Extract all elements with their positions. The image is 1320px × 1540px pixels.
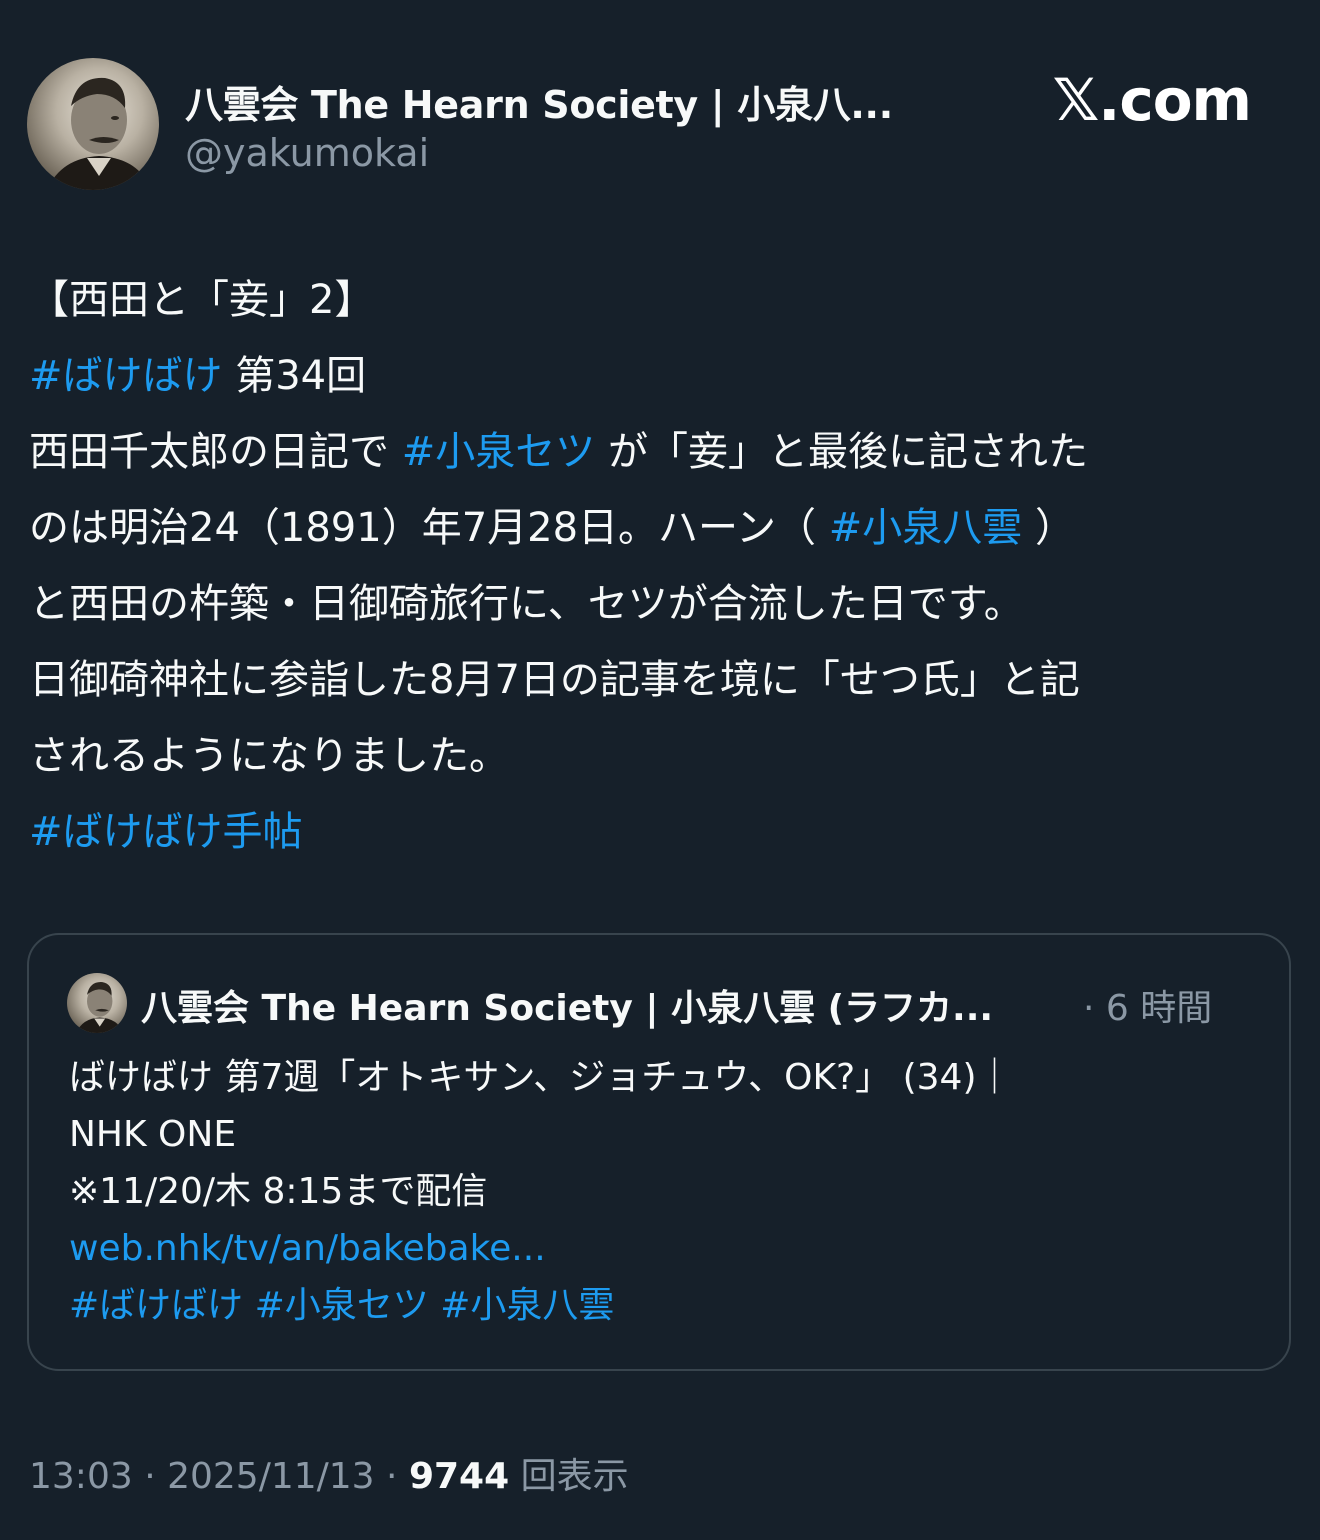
view-label: 回表示: [520, 1456, 629, 1497]
view-count: 9744: [408, 1456, 510, 1497]
nhk-link[interactable]: web.nhk/tv/an/bakebake...: [69, 1228, 546, 1269]
quoted-tweet-text: ばけばけ 第7週「オトキサン、ジョチュウ、OK?」 (34)｜ NHK ONE …: [69, 1049, 1259, 1334]
quoted-link-line: web.nhk/tv/an/bakebake...: [69, 1220, 1259, 1277]
tweet-line: 日御碕神社に参詣した8月7日の記事を境に「せつ氏」と記: [29, 642, 1291, 718]
tweet-time[interactable]: 13:03: [29, 1456, 133, 1497]
tweet-text-span: が「妾」と最後に記された: [595, 429, 1088, 475]
tweet-line: されるようになりました。: [29, 718, 1291, 794]
tweet-line: #ばけばけ手帖: [29, 794, 1291, 870]
tweet-text-span: のは明治24（1891）年7月28日。ハーン（: [29, 505, 829, 551]
hashtag-bakebake[interactable]: #ばけばけ: [29, 353, 223, 399]
x-com-logo: 𝕏.com: [1052, 66, 1252, 134]
author-avatar[interactable]: [27, 58, 159, 190]
hashtag-koizumi-setsu[interactable]: #小泉セツ: [255, 1285, 429, 1326]
tweet-text-span: ）: [1022, 505, 1075, 551]
portrait-avatar-icon: [47, 77, 151, 190]
quoted-line: NHK ONE: [69, 1114, 237, 1155]
tweet-text-span: 西田千太郎の日記で: [29, 429, 402, 475]
author-name[interactable]: 八雲会 The Hearn Society | 小泉八...: [185, 74, 893, 129]
tweet-text: 【西田と「妾」2】 #ばけばけ 第34回 西田千太郎の日記で #小泉セツ が「妾…: [29, 262, 1291, 870]
hashtag-koizumi-yakumo[interactable]: #小泉八雲: [440, 1285, 614, 1326]
tweet-date[interactable]: 2025/11/13: [167, 1456, 375, 1497]
portrait-avatar-icon: [76, 982, 124, 1033]
hashtag-bakebake[interactable]: #ばけばけ: [69, 1285, 243, 1326]
quoted-author-avatar[interactable]: [67, 973, 127, 1033]
tweet-line: #ばけばけ 第34回: [29, 338, 1291, 414]
tweet-meta: 13:03 · 2025/11/13 · 9744 回表示: [29, 1456, 629, 1497]
tweet-line: と西田の杵築・日御碕旅行に、セツが合流した日です。: [29, 566, 1291, 642]
tweet-text-span: されるようになりました。: [29, 733, 509, 779]
tweet-line: 西田千太郎の日記で #小泉セツ が「妾」と最後に記された: [29, 414, 1291, 490]
hashtag-koizumi-yakumo[interactable]: #小泉八雲: [829, 505, 1023, 551]
tweet-header: 八雲会 The Hearn Society | 小泉八... @yakumoka…: [27, 58, 1293, 192]
quoted-author-name[interactable]: 八雲会 The Hearn Society | 小泉八雲 (ラフカ...: [141, 979, 993, 1031]
tweet-title: 【西田と「妾」2】: [29, 277, 375, 323]
tweet-line: のは明治24（1891）年7月28日。ハーン（ #小泉八雲 ）: [29, 490, 1291, 566]
tweet-line: 【西田と「妾」2】: [29, 262, 1291, 338]
quoted-timestamp: · 6 時間: [1083, 988, 1213, 1029]
tweet-text-span: と西田の杵築・日御碕旅行に、セツが合流した日です。: [29, 581, 1024, 627]
tweet-text-span: 第34回: [222, 353, 367, 399]
tweet-text-span: 日御碕神社に参詣した8月7日の記事を境に「せつ氏」と記: [29, 657, 1080, 703]
hashtag-koizumi-setsu[interactable]: #小泉セツ: [402, 429, 596, 475]
quoted-line: ばけばけ 第7週「オトキサン、ジョチュウ、OK?」 (34)｜: [69, 1057, 1013, 1098]
quoted-line: ※11/20/木 8:15まで配信: [69, 1171, 488, 1212]
author-handle[interactable]: @yakumokai: [185, 131, 429, 175]
quoted-hashtags: #ばけばけ #小泉セツ #小泉八雲: [69, 1277, 1259, 1334]
hashtag-bakebake-techo[interactable]: #ばけばけ手帖: [29, 809, 303, 855]
quoted-tweet-card[interactable]: 八雲会 The Hearn Society | 小泉八雲 (ラフカ... · 6…: [27, 933, 1291, 1371]
